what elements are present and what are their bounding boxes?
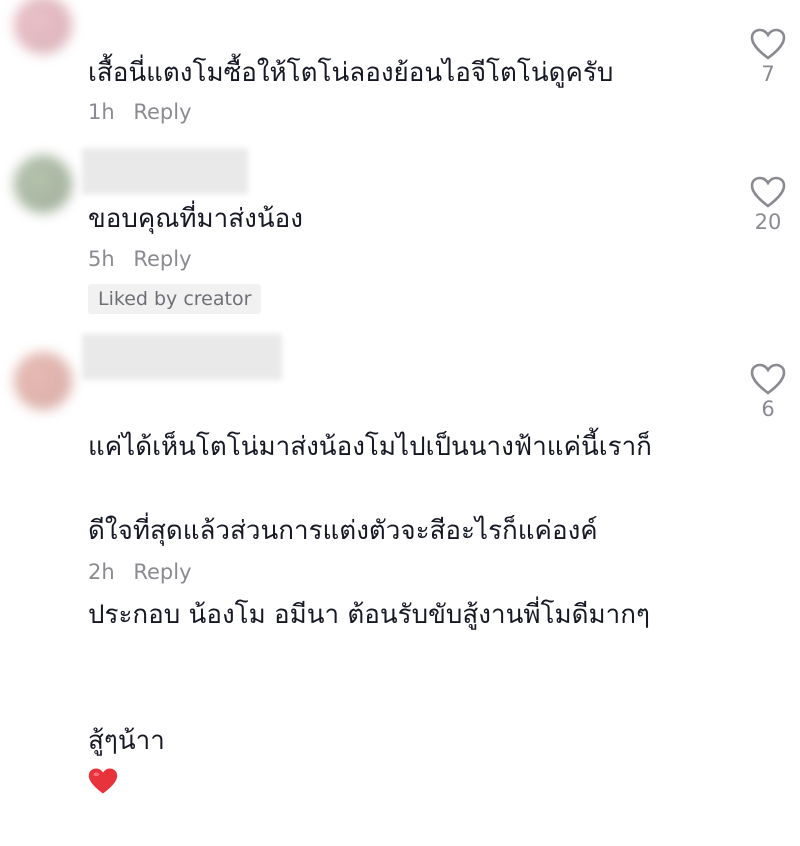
red-heart-emoji-icon [88, 768, 118, 794]
comment-text-fragment: สู้ๆน้าา [88, 726, 165, 756]
comment-meta: 2h Reply [88, 560, 192, 584]
comment-time: 5h [88, 247, 115, 271]
like-count: 6 [761, 397, 775, 421]
reply-button[interactable]: Reply [133, 247, 191, 271]
comment-text-line: ดีใจที่สุดแล้วส่วนการแต่งตัวจะสีอะไรก็แค… [88, 516, 598, 546]
comment-text-line: สู้ๆน้าา [88, 678, 652, 804]
heart-outline-icon [750, 176, 786, 208]
avatar[interactable] [14, 352, 72, 410]
comment-text: ขอบคุณที่มาส่งน้อง [88, 204, 303, 234]
comment-time: 1h [88, 100, 115, 124]
comment-time: 2h [88, 560, 115, 584]
comment-text: เสื้อนี่แตงโมซื้อให้โตโน่ลองย้อนไอจีโตโน… [88, 58, 614, 88]
comment-meta: 5h Reply [88, 247, 192, 271]
like-count: 20 [754, 210, 782, 234]
heart-outline-icon [750, 28, 786, 60]
like-button[interactable]: 20 [744, 176, 792, 234]
username-blurred [82, 334, 282, 380]
like-button[interactable]: 7 [744, 28, 792, 86]
comment-text-line: ประกอบ น้องโม อมีนา ต้อนรับขับสู้งานพี่โ… [88, 600, 650, 630]
comment-meta: 1h Reply [88, 100, 192, 124]
like-count: 7 [761, 62, 775, 86]
avatar[interactable] [14, 0, 72, 54]
avatar[interactable] [14, 155, 72, 213]
comment-text: แค่ได้เห็นโตโน่มาส่งน้องโมไปเป็นนางฟ้าแค… [88, 384, 652, 846]
heart-outline-icon [750, 363, 786, 395]
like-button[interactable]: 6 [744, 363, 792, 421]
reply-button[interactable]: Reply [133, 560, 191, 584]
reply-button[interactable]: Reply [133, 100, 191, 124]
username-blurred [82, 148, 248, 194]
comment-text-line: แค่ได้เห็นโตโน่มาส่งน้องโมไปเป็นนางฟ้าแค… [88, 432, 652, 462]
liked-by-creator-badge: Liked by creator [88, 284, 262, 314]
